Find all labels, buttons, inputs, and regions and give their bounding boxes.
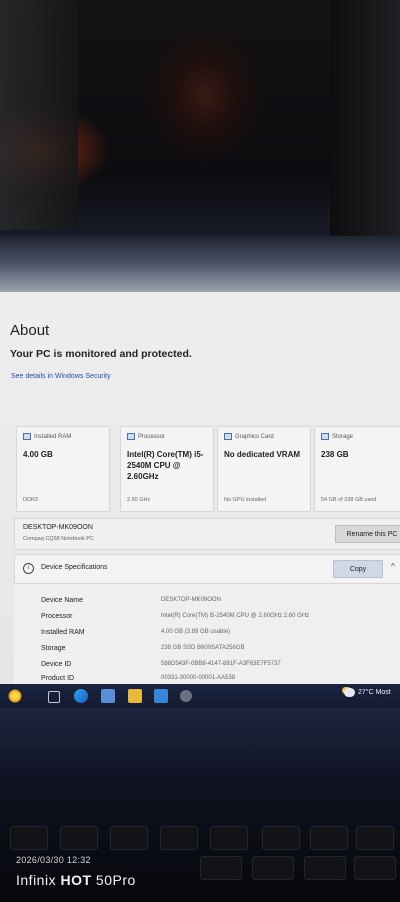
card-footer: DDR3 [23, 497, 38, 503]
card-processor: Processor Intel(R) Core(TM) i5-2540M CPU… [120, 426, 214, 512]
spec-value: 588D543F-0BB8-4147-881F-A3F63E7F5737 [161, 661, 281, 667]
device-name: DESKTOP-MK09OON [23, 524, 93, 531]
rename-pc-button[interactable]: Rename this PC [335, 525, 400, 543]
camera-watermark: Infinix HOT 50Pro [16, 872, 136, 888]
processor-icon [127, 433, 135, 440]
table-row: Device Name DESKTOP-MK09OON [14, 594, 400, 610]
spec-label: Processor [41, 613, 73, 620]
keyboard-key [354, 856, 396, 880]
spec-value: 4.00 GB (3.89 GB usable) [161, 629, 231, 635]
windows-security-link[interactable]: See details in Windows Security [11, 373, 111, 380]
spec-label: Storage [41, 645, 66, 652]
card-graphics: Graphics Card No dedicated VRAM No GPU i… [217, 426, 311, 512]
settings-gear-icon[interactable] [180, 690, 192, 702]
settings-about-page: About Your PC is monitored and protected… [0, 292, 400, 684]
copy-button[interactable]: Copy [333, 560, 383, 578]
room-object-left [0, 0, 78, 230]
screen-top-bezel [0, 236, 400, 292]
keyboard-key [262, 826, 300, 850]
edge-icon[interactable] [74, 689, 88, 703]
memory-icon [23, 433, 31, 440]
card-footer: 2.60 GHz [127, 497, 151, 503]
watermark-model: HOT [60, 872, 92, 888]
table-row: Processor Intel(R) Core(TM) i5-2540M CPU… [14, 610, 400, 626]
room-object-right [330, 0, 400, 240]
watermark-brand: Infinix [16, 872, 61, 888]
table-row: Storage 238 GB SSD B600SATA256GB [14, 642, 400, 658]
keyboard-key [356, 826, 394, 850]
keyboard-key [252, 856, 294, 880]
chevron-up-icon[interactable]: ^ [391, 562, 395, 571]
keyboard-key [304, 856, 346, 880]
keyboard-key [310, 826, 348, 850]
card-value: 4.00 GB [23, 450, 53, 459]
keyboard-key [210, 826, 248, 850]
spec-value: Intel(R) Core(TM) i5-2540M CPU @ 2.60GHz… [161, 613, 310, 619]
card-footer: 54 GB of 238 GB used [321, 497, 377, 503]
card-value: No dedicated VRAM [224, 450, 301, 459]
file-explorer-icon[interactable] [128, 689, 142, 703]
copilot-icon[interactable] [8, 689, 22, 703]
device-specifications-header[interactable]: i Device Specifications Copy ^ [14, 554, 400, 584]
mail-icon[interactable] [154, 689, 168, 703]
keyboard-key [200, 856, 242, 880]
taskbar: 27°C Most [0, 684, 400, 708]
weather-text: 27°C Most [358, 689, 391, 696]
table-row: Installed RAM 4.00 GB (3.89 GB usable) [14, 626, 400, 642]
card-value: 238 GB [321, 450, 349, 459]
photo-timestamp: 2026/03/30 12:32 [16, 855, 91, 865]
weather-widget[interactable]: 27°C Most [344, 688, 391, 697]
weather-cloud-icon [344, 688, 355, 697]
device-name-row: DESKTOP-MK09OON Compaq CQ58 Notebook PC … [14, 518, 400, 550]
spec-value: DESKTOP-MK09OON [161, 597, 221, 603]
storage-icon [321, 433, 329, 440]
card-label: Processor [138, 433, 166, 440]
keyboard-key [160, 826, 198, 850]
keyboard-key [10, 826, 48, 850]
spec-label: Installed RAM [41, 629, 85, 636]
graphics-card-icon [224, 433, 232, 440]
specs-title: Device Specifications [41, 564, 108, 571]
card-installed-ram: Installed RAM 4.00 GB DDR3 [16, 426, 110, 512]
keyboard-key [60, 826, 98, 850]
info-icon: i [23, 563, 34, 574]
device-model: Compaq CQ58 Notebook PC [23, 536, 94, 542]
card-footer: No GPU installed [224, 497, 267, 503]
store-icon[interactable] [101, 689, 115, 703]
spec-value: 00331-30000-00001-AA538 [161, 675, 236, 681]
card-label: Storage [332, 433, 354, 440]
specs-table: Device Name DESKTOP-MK09OON Processor In… [14, 584, 400, 684]
keyboard-key [110, 826, 148, 850]
page-title: About [10, 322, 50, 339]
spec-label: Device ID [41, 661, 72, 668]
background-scene [0, 0, 400, 292]
card-storage: Storage 238 GB 54 GB of 238 GB used [314, 426, 400, 512]
spec-label: Product ID [41, 675, 75, 682]
watermark-variant: 50Pro [91, 872, 136, 888]
spec-value: 238 GB SSD B600SATA256GB [161, 645, 245, 651]
spec-label: Device Name [41, 597, 84, 604]
protection-status: Your PC is monitored and protected. [10, 348, 192, 360]
laptop-keyboard-area: 2026/03/30 12:32 Infinix HOT 50Pro [0, 708, 400, 902]
task-view-icon[interactable] [48, 691, 60, 703]
card-value: Intel(R) Core(TM) i5-2540M CPU @ 2.60GHz [127, 450, 204, 481]
card-label: Graphics Card [235, 433, 274, 440]
table-row: Product ID 00331-30000-00001-AA538 [14, 672, 400, 684]
card-label: Installed RAM [34, 433, 72, 440]
